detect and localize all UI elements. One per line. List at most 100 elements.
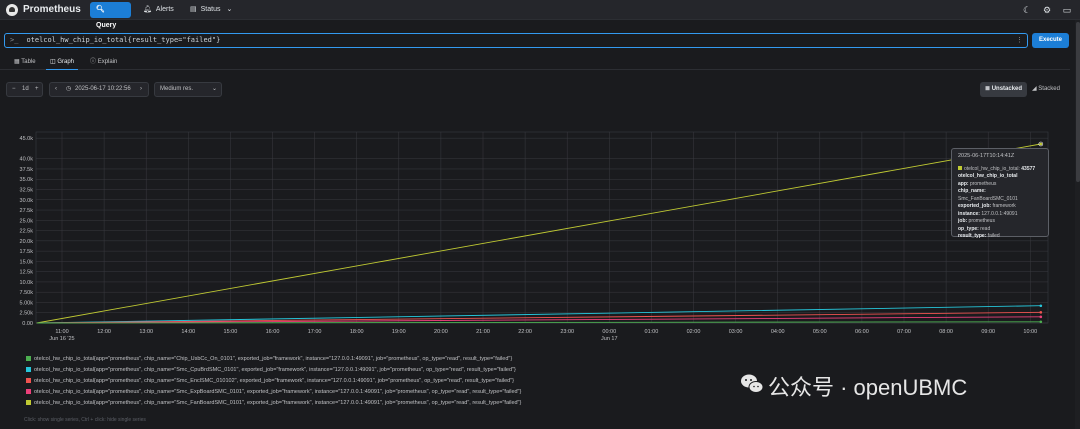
nav-alerts-button[interactable]: 🔔︎ Alerts: [137, 2, 180, 18]
tooltip-label-value: 127.0.0.1:49091: [979, 210, 1018, 217]
search-icon: 🔍︎: [96, 6, 105, 13]
y-tick-label: 22.5k: [20, 229, 34, 235]
legend-label: otelcol_hw_chip_io_total{app="prometheus…: [34, 367, 516, 373]
chart-icon: ◫: [50, 59, 56, 65]
time-back-button[interactable]: ‹: [55, 83, 57, 96]
line-chart-icon: ≣: [985, 86, 991, 92]
legend-color-swatch: [26, 356, 31, 361]
chevron-down-icon: ⌄: [212, 86, 218, 92]
y-tick-label: 7.50k: [20, 290, 34, 296]
x-tick-label: 00:00: [602, 329, 616, 335]
theme-toggle-icon[interactable]: ☾: [1020, 3, 1034, 17]
x-tick-label: 19:00: [392, 329, 406, 335]
tooltip-label-value: Smc_FanBoardSMC_0101: [958, 195, 1018, 202]
legend-color-swatch: [26, 367, 31, 372]
settings-gear-icon[interactable]: ⚙: [1040, 3, 1054, 17]
book-icon[interactable]: ▭: [1060, 3, 1074, 17]
x-tick-label: 02:00: [687, 329, 701, 335]
x-tick-label: 10:00: [1023, 329, 1037, 335]
end-time-control: ‹ ◷ 2025-06-17 10:22:56 ›: [49, 82, 149, 97]
expression-input[interactable]: >_ otelcol_hw_chip_io_total{result_type="…: [4, 33, 1028, 48]
expression-text: otelcol_hw_chip_io_total{result_type="fa…: [26, 36, 221, 44]
y-tick-label: 0.00: [22, 321, 33, 327]
tooltip-series: otelcol_hw_chip_io_total: 43577: [958, 165, 1042, 174]
legend-color-swatch: [26, 389, 31, 394]
tab-explain[interactable]: ⓘ Explain: [86, 56, 121, 70]
series-end-point: [1039, 315, 1043, 319]
x-tick-label: 15:00: [224, 329, 238, 335]
x-tick-label: 04:00: [771, 329, 785, 335]
tooltip-value: 43577: [1021, 165, 1036, 172]
series-color-swatch: [958, 165, 962, 170]
y-tick-label: 25.0k: [20, 218, 34, 224]
legend-item[interactable]: otelcol_hw_chip_io_total{app="prometheus…: [26, 356, 626, 367]
tooltip-label-key: job:: [958, 218, 968, 224]
y-tick-label: 5.00k: [20, 300, 34, 306]
x-tick-label: 03:00: [729, 329, 743, 335]
app-title: Prometheus: [23, 4, 81, 15]
resolution-select[interactable]: Medium res. ⌄: [154, 82, 222, 97]
y-tick-label: 15.0k: [20, 259, 34, 265]
end-time-value[interactable]: 2025-06-17 10:22:56: [75, 83, 131, 96]
nav-status-button[interactable]: ▤ Status ⌄: [184, 2, 238, 18]
x-tick-label: 18:00: [350, 329, 364, 335]
tab-table[interactable]: ▦ Table: [10, 56, 40, 70]
top-icons: ☾ ⚙ ▭: [1016, 3, 1074, 17]
range-decrease-button[interactable]: −: [12, 83, 16, 96]
tooltip-label-row: app: prometheus: [958, 181, 1042, 189]
bell-icon: 🔔︎: [143, 6, 152, 13]
y-tick-label: 35.0k: [20, 177, 34, 183]
x-date-label: Jun 17: [601, 336, 618, 342]
legend-label: otelcol_hw_chip_io_total{app="prometheus…: [34, 389, 522, 395]
nav-query-button[interactable]: 🔍︎Query: [90, 2, 131, 29]
legend-label: otelcol_hw_chip_io_total{app="prometheus…: [34, 378, 515, 384]
x-tick-label: 13:00: [139, 329, 153, 335]
legend-item[interactable]: otelcol_hw_chip_io_total{app="prometheus…: [26, 389, 626, 400]
series-line: [36, 143, 1041, 324]
wechat-icon: [741, 374, 764, 393]
y-tick-label: 17.5k: [20, 249, 34, 255]
stacked-button[interactable]: ◢ Stacked: [1027, 82, 1065, 97]
more-options-icon[interactable]: ⋮: [1016, 34, 1023, 47]
time-series-chart[interactable]: 0.00 2.50k 5.00k 7.50k 10.0k 12.5k 15.0k 17.5k 2…: [4, 126, 1064, 348]
range-value[interactable]: 1d: [22, 83, 29, 96]
tooltip-label-row: job: prometheus: [958, 218, 1042, 226]
x-tick-label: 07:00: [897, 329, 911, 335]
time-forward-button[interactable]: ›: [140, 83, 142, 96]
tooltip-label-row: op_type: read: [958, 226, 1042, 234]
graph-panel[interactable]: 0.00 2.50k 5.00k 7.50k 10.0k 12.5k 15.0k 17.5k 2…: [4, 126, 1064, 348]
y-tick-label: 10.0k: [20, 280, 34, 286]
tooltip-label-value: framework: [991, 203, 1016, 209]
x-tick-label: 20:00: [434, 329, 448, 335]
legend-item[interactable]: otelcol_hw_chip_io_total{app="prometheus…: [26, 378, 626, 389]
x-tick-label: 23:00: [560, 329, 574, 335]
x-tick-label: 11:00: [55, 329, 68, 335]
execute-button[interactable]: Execute: [1032, 33, 1069, 48]
x-date-label: Jun 16 '25: [49, 336, 74, 342]
tooltip-label-value: prometheus: [967, 218, 995, 224]
x-tick-label: 05:00: [813, 329, 827, 335]
series-end-point: [1039, 311, 1043, 314]
tooltip-label-key: otelcol_hw_chip_io_total: [958, 173, 1018, 179]
tooltip-label-key: result_type:: [958, 233, 987, 239]
x-tick-label: 21:00: [476, 329, 490, 335]
x-tick-label: 09:00: [981, 329, 995, 335]
tooltip-label-row: result_type: failed: [958, 233, 1042, 241]
legend-item[interactable]: otelcol_hw_chip_io_total{app="prometheus…: [26, 367, 626, 378]
x-tick-label: 12:00: [97, 329, 111, 335]
y-tick-label: 20.0k: [20, 239, 34, 245]
top-navbar: Prometheus 🔍︎Query 🔔︎ Alerts ▤ Status ⌄ ☾ …: [0, 0, 1080, 29]
legend-item[interactable]: otelcol_hw_chip_io_total{app="prometheus…: [26, 400, 626, 411]
tab-graph[interactable]: ◫ Graph: [46, 56, 79, 70]
y-tick-label: 37.5k: [20, 167, 34, 173]
unstacked-button[interactable]: ≣ Unstacked: [980, 82, 1028, 97]
series-legend: otelcol_hw_chip_io_total{app="prometheus…: [26, 356, 626, 411]
page-scroll-thumb[interactable]: [1076, 22, 1080, 182]
tooltip-label-row: exported_job: framework: [958, 203, 1042, 211]
x-tick-label: 08:00: [939, 329, 953, 335]
y-tick-label: 27.5k: [20, 208, 34, 214]
range-increase-button[interactable]: +: [35, 83, 39, 96]
x-tick-label: 17:00: [308, 329, 322, 335]
server-icon: ▤: [190, 6, 197, 13]
x-tick-label: 14:00: [181, 329, 195, 335]
